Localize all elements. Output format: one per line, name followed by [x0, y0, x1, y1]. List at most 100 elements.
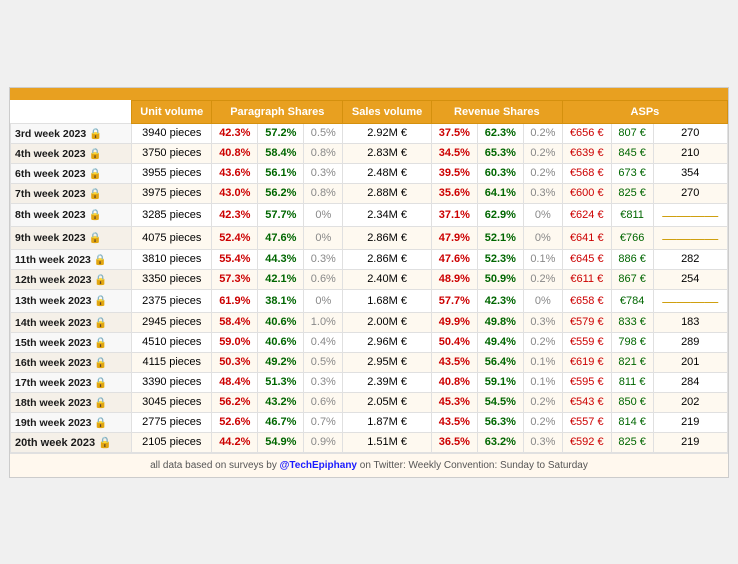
rev-share-1: 36.5% — [431, 432, 477, 452]
asp3: 254 — [653, 269, 728, 289]
sales-volume: 2.86M € — [343, 249, 432, 269]
asp3: 210 — [653, 143, 728, 163]
asp3: 219 — [653, 412, 728, 432]
asp1: €658 € — [562, 289, 611, 312]
week-label: 7th week 2023 🔒 — [11, 183, 132, 203]
asp2: 825 € — [611, 432, 653, 452]
col-header-sales: Sales volume — [343, 100, 432, 123]
week-label: 16th week 2023 🔒 — [11, 352, 132, 372]
week-label: 20th week 2023 🔒 — [11, 432, 132, 452]
rev-share-3: 0.2% — [523, 269, 562, 289]
unit-volume: 3940 pieces — [132, 123, 212, 143]
asp2: 814 € — [611, 412, 653, 432]
table-row: 9th week 2023 🔒 4075 pieces 52.4% 47.6% … — [11, 226, 728, 249]
rev-share-3: 0% — [523, 226, 562, 249]
rev-share-2: 64.1% — [477, 183, 523, 203]
rev-share-3: 0% — [523, 203, 562, 226]
unit-volume: 3750 pieces — [132, 143, 212, 163]
asp2: 867 € — [611, 269, 653, 289]
sales-volume: 2.34M € — [343, 203, 432, 226]
para-share-1: 42.3% — [212, 203, 258, 226]
asp3: 289 — [653, 332, 728, 352]
sales-volume: 1.87M € — [343, 412, 432, 432]
unit-volume: 3975 pieces — [132, 183, 212, 203]
para-share-1: 52.6% — [212, 412, 258, 432]
rev-share-1: 48.9% — [431, 269, 477, 289]
para-share-2: 42.1% — [258, 269, 304, 289]
para-share-3: 0.6% — [304, 269, 343, 289]
rev-share-3: 0.3% — [523, 312, 562, 332]
table-row: 7th week 2023 🔒 3975 pieces 43.0% 56.2% … — [11, 183, 728, 203]
asp1: €619 € — [562, 352, 611, 372]
sales-volume: 2.83M € — [343, 143, 432, 163]
header-row: Unit volume Paragraph Shares Sales volum… — [11, 100, 728, 123]
rev-share-2: 65.3% — [477, 143, 523, 163]
unit-volume: 3045 pieces — [132, 392, 212, 412]
rev-share-2: 54.5% — [477, 392, 523, 412]
table-row: 3rd week 2023 🔒 3940 pieces 42.3% 57.2% … — [11, 123, 728, 143]
col-header-unit: Unit volume — [132, 100, 212, 123]
para-share-1: 48.4% — [212, 372, 258, 392]
para-share-3: 0% — [304, 289, 343, 312]
asp3: ———— — [653, 226, 728, 249]
rev-share-1: 37.1% — [431, 203, 477, 226]
para-share-1: 52.4% — [212, 226, 258, 249]
unit-volume: 4075 pieces — [132, 226, 212, 249]
para-share-2: 40.6% — [258, 332, 304, 352]
sales-volume: 2.48M € — [343, 163, 432, 183]
rev-share-2: 50.9% — [477, 269, 523, 289]
rev-share-3: 0.1% — [523, 249, 562, 269]
para-share-3: 0% — [304, 226, 343, 249]
sales-volume: 2.88M € — [343, 183, 432, 203]
asp2: 825 € — [611, 183, 653, 203]
asp1: €645 € — [562, 249, 611, 269]
sales-volume: 2.39M € — [343, 372, 432, 392]
para-share-3: 0.3% — [304, 249, 343, 269]
rev-share-2: 52.3% — [477, 249, 523, 269]
rev-share-1: 43.5% — [431, 412, 477, 432]
para-share-2: 46.7% — [258, 412, 304, 432]
para-share-1: 50.3% — [212, 352, 258, 372]
rev-share-1: 37.5% — [431, 123, 477, 143]
para-share-1: 44.2% — [212, 432, 258, 452]
para-share-2: 40.6% — [258, 312, 304, 332]
para-share-2: 51.3% — [258, 372, 304, 392]
twitter-handle: @TechEpiphany — [280, 460, 357, 471]
asp1: €641 € — [562, 226, 611, 249]
week-label: 9th week 2023 🔒 — [11, 226, 132, 249]
para-share-1: 58.4% — [212, 312, 258, 332]
week-label: 6th week 2023 🔒 — [11, 163, 132, 183]
sales-volume: 2.40M € — [343, 269, 432, 289]
unit-volume: 3955 pieces — [132, 163, 212, 183]
asp3: 201 — [653, 352, 728, 372]
table-row: 20th week 2023 🔒 2105 pieces 44.2% 54.9%… — [11, 432, 728, 452]
asp1: €600 € — [562, 183, 611, 203]
sales-volume: 2.92M € — [343, 123, 432, 143]
para-share-2: 47.6% — [258, 226, 304, 249]
asp3: ———— — [653, 289, 728, 312]
table-row: 15th week 2023 🔒 4510 pieces 59.0% 40.6%… — [11, 332, 728, 352]
para-share-3: 0.7% — [304, 412, 343, 432]
rev-share-3: 0.2% — [523, 412, 562, 432]
para-share-3: 1.0% — [304, 312, 343, 332]
asp2: 886 € — [611, 249, 653, 269]
rev-share-1: 47.9% — [431, 226, 477, 249]
para-share-2: 43.2% — [258, 392, 304, 412]
footer-text: all data based on surveys by @TechEpipha… — [10, 453, 728, 477]
asp1: €592 € — [562, 432, 611, 452]
para-share-3: 0.8% — [304, 143, 343, 163]
unit-volume: 3390 pieces — [132, 372, 212, 392]
table-row: 6th week 2023 🔒 3955 pieces 43.6% 56.1% … — [11, 163, 728, 183]
para-share-1: 42.3% — [212, 123, 258, 143]
asp2: 807 € — [611, 123, 653, 143]
sales-volume: 2.95M € — [343, 352, 432, 372]
col-header-rev: Revenue Shares — [431, 100, 562, 123]
rev-share-2: 52.1% — [477, 226, 523, 249]
week-label: 17th week 2023 🔒 — [11, 372, 132, 392]
rev-share-3: 0.2% — [523, 123, 562, 143]
para-share-2: 56.1% — [258, 163, 304, 183]
asp2: €766 — [611, 226, 653, 249]
para-share-3: 0.9% — [304, 432, 343, 452]
rev-share-1: 57.7% — [431, 289, 477, 312]
table-row: 13th week 2023 🔒 2375 pieces 61.9% 38.1%… — [11, 289, 728, 312]
